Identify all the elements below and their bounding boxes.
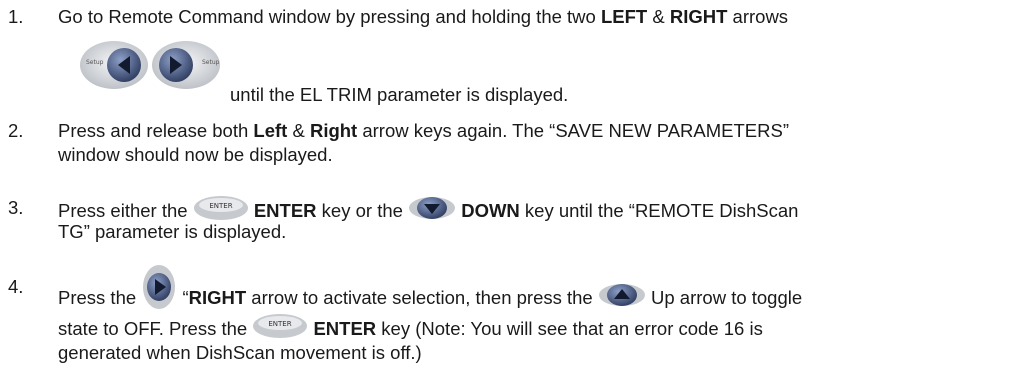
svg-text:ENTER: ENTER	[209, 202, 232, 210]
step-text-line: window should now be displayed.	[58, 144, 333, 165]
down-key-icon	[409, 197, 456, 219]
svg-text:Setup: Setup	[86, 59, 104, 66]
svg-text:ENTER: ENTER	[269, 320, 292, 328]
step-text-line: state to OFF. Press the ENTER ENTER key …	[58, 314, 763, 344]
setup-right-key-icon: Setup	[152, 41, 220, 89]
step-text-line: until the EL TRIM parameter is displayed…	[230, 84, 569, 105]
svg-text:Setup: Setup	[202, 59, 220, 66]
instructions-document: 1. Go to Remote Command window by pressi…	[0, 0, 1021, 390]
left-keyword: LEFT	[600, 6, 648, 27]
right-keyword: RIGHT	[669, 6, 728, 27]
enter-key-icon: ENTER	[253, 314, 308, 338]
step-text-line: generated when DishScan movement is off.…	[58, 342, 422, 363]
up-key-icon	[598, 284, 645, 306]
step-number: 3.	[8, 197, 24, 218]
step-text-line: Go to Remote Command window by pressing …	[58, 6, 789, 27]
enter-key-icon: ENTER	[193, 196, 248, 220]
step-text-line: Press and release both Left & Right arro…	[58, 120, 790, 141]
step-text-line: TG” parameter is displayed.	[58, 221, 287, 242]
step-number: 2.	[8, 120, 24, 141]
step-number: 1.	[8, 6, 24, 27]
right-key-icon	[143, 265, 176, 309]
step-number: 4.	[8, 276, 24, 297]
